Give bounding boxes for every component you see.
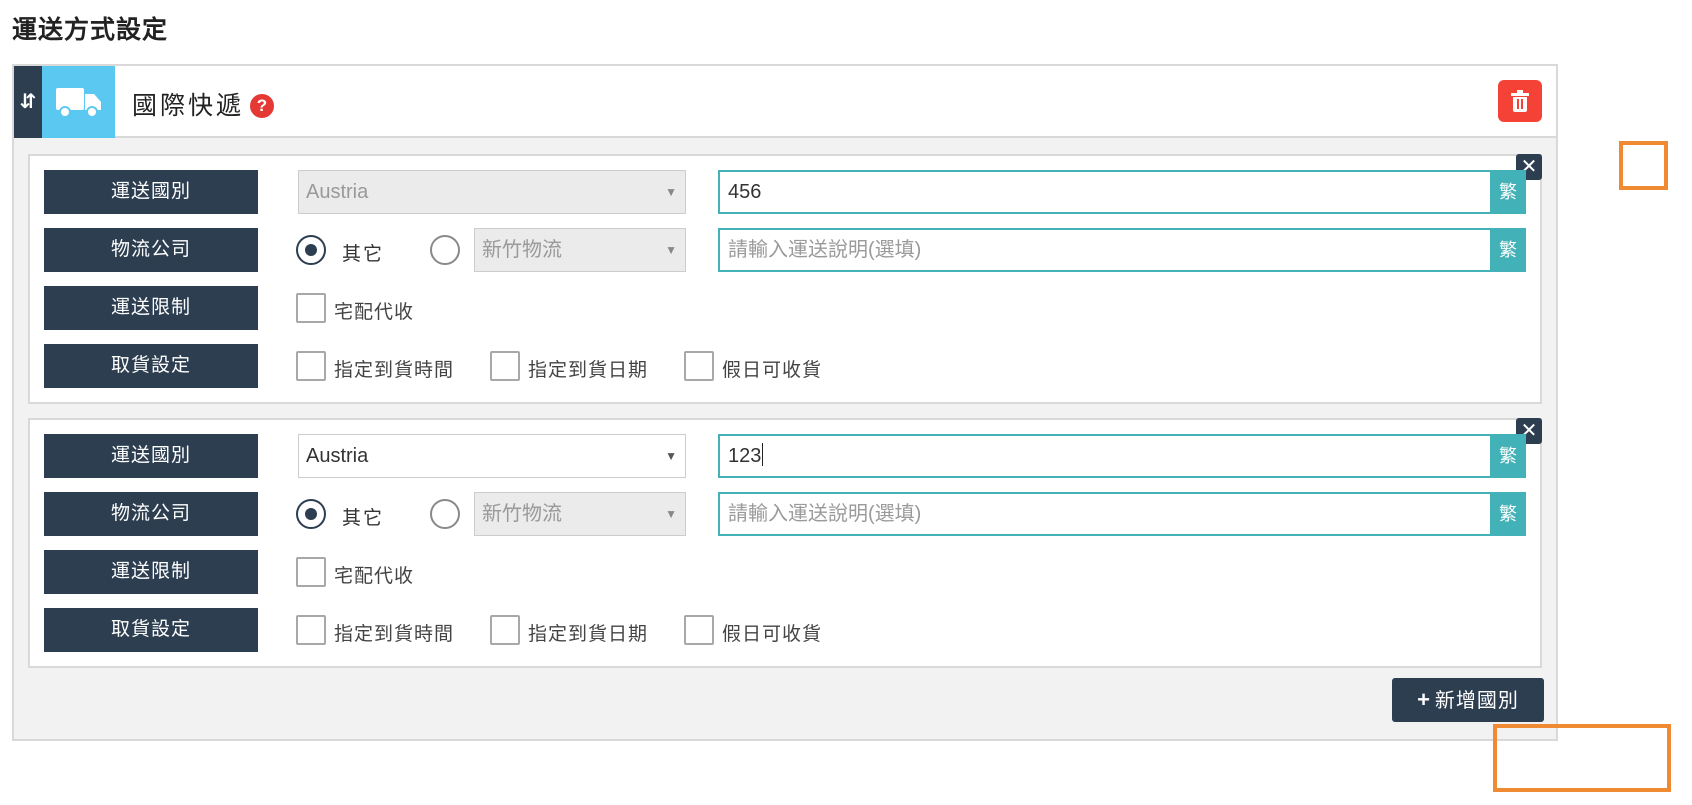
cod-label: 宅配代收 — [334, 566, 415, 587]
language-button[interactable]: 繁 — [1490, 228, 1526, 272]
question-circle-icon[interactable]: ? — [250, 94, 274, 118]
delivery-date-checkbox[interactable] — [490, 351, 520, 381]
language-button[interactable]: 繁 — [1490, 170, 1526, 214]
logistics-label: 物流公司 — [44, 228, 258, 272]
shipping-method-name: 國際快遞 — [132, 92, 245, 120]
holiday-delivery-label: 假日可收貨 — [722, 624, 823, 645]
country-select-value: Austria — [306, 445, 369, 467]
country-select[interactable]: Austria ▼ — [298, 170, 686, 214]
delivery-time-checkbox[interactable] — [296, 351, 326, 381]
page-title: 運送方式設定 — [12, 16, 169, 44]
pickup-label: 取貨設定 — [44, 344, 258, 388]
add-country-label: 新增國別 — [1434, 690, 1519, 712]
country-label: 運送國別 — [44, 434, 258, 478]
pickup-label: 取貨設定 — [44, 608, 258, 652]
country-rule-2: ✕ 運送國別 Austria ▼ 123 繁 物流公司 其它 新竹物流 ▼ 請輸… — [28, 418, 1542, 668]
trash-icon — [1511, 90, 1529, 112]
delivery-date-label: 指定到貨日期 — [528, 360, 649, 381]
cod-checkbox[interactable] — [296, 557, 326, 587]
holiday-delivery-checkbox[interactable] — [684, 351, 714, 381]
chevron-down-icon: ▼ — [665, 243, 677, 257]
holiday-delivery-checkbox[interactable] — [684, 615, 714, 645]
highlight-remove-button — [1619, 141, 1668, 190]
delivery-time-label: 指定到貨時間 — [334, 624, 455, 645]
language-button[interactable]: 繁 — [1490, 492, 1526, 536]
logistics-other-radio[interactable] — [296, 235, 326, 265]
logistics-select-value: 新竹物流 — [482, 503, 562, 525]
restriction-label: 運送限制 — [44, 550, 258, 594]
shipping-fee-input[interactable]: 456 — [718, 170, 1492, 214]
shipping-method-header: ⇵ 國際快遞 ? — [14, 66, 1556, 138]
delivery-date-label: 指定到貨日期 — [528, 624, 649, 645]
country-select[interactable]: Austria ▼ — [298, 434, 686, 478]
logistics-company-select[interactable]: 新竹物流 ▼ — [474, 228, 686, 272]
truck-icon — [42, 66, 115, 138]
shipping-method-panel: ⇵ 國際快遞 ? ✕ 運送國別 Austria ▼ 456 繁 物流公司 其它 … — [12, 64, 1558, 741]
shipping-description-input[interactable]: 請輸入運送說明(選填) — [718, 492, 1492, 536]
logistics-other-label: 其它 — [342, 508, 385, 529]
shipping-fee-input[interactable]: 123 — [718, 434, 1492, 478]
language-button[interactable]: 繁 — [1490, 434, 1526, 478]
country-select-value: Austria — [306, 181, 369, 203]
cod-checkbox[interactable] — [296, 293, 326, 323]
logistics-company-select[interactable]: 新竹物流 ▼ — [474, 492, 686, 536]
logistics-select-value: 新竹物流 — [482, 239, 562, 261]
cod-label: 宅配代收 — [334, 302, 415, 323]
chevron-down-icon: ▼ — [665, 449, 677, 463]
add-country-button[interactable]: + 新增國別 — [1392, 678, 1544, 722]
restriction-label: 運送限制 — [44, 286, 258, 330]
shipping-description-input[interactable]: 請輸入運送說明(選填) — [718, 228, 1492, 272]
delivery-date-checkbox[interactable] — [490, 615, 520, 645]
text-caret — [762, 443, 764, 466]
logistics-company-radio[interactable] — [430, 499, 460, 529]
holiday-delivery-label: 假日可收貨 — [722, 360, 823, 381]
sort-arrows-icon[interactable]: ⇵ — [14, 66, 42, 138]
logistics-other-radio[interactable] — [296, 499, 326, 529]
plus-icon: + — [1417, 687, 1431, 712]
chevron-down-icon: ▼ — [665, 507, 677, 521]
logistics-label: 物流公司 — [44, 492, 258, 536]
shipping-fee-value: 123 — [728, 445, 762, 467]
country-rule-1: ✕ 運送國別 Austria ▼ 456 繁 物流公司 其它 新竹物流 ▼ 請輸… — [28, 154, 1542, 404]
country-label: 運送國別 — [44, 170, 258, 214]
logistics-company-radio[interactable] — [430, 235, 460, 265]
logistics-other-label: 其它 — [342, 244, 385, 265]
delivery-time-label: 指定到貨時間 — [334, 360, 455, 381]
delivery-time-checkbox[interactable] — [296, 615, 326, 645]
chevron-down-icon: ▼ — [665, 185, 677, 199]
delete-method-button[interactable] — [1498, 80, 1542, 122]
